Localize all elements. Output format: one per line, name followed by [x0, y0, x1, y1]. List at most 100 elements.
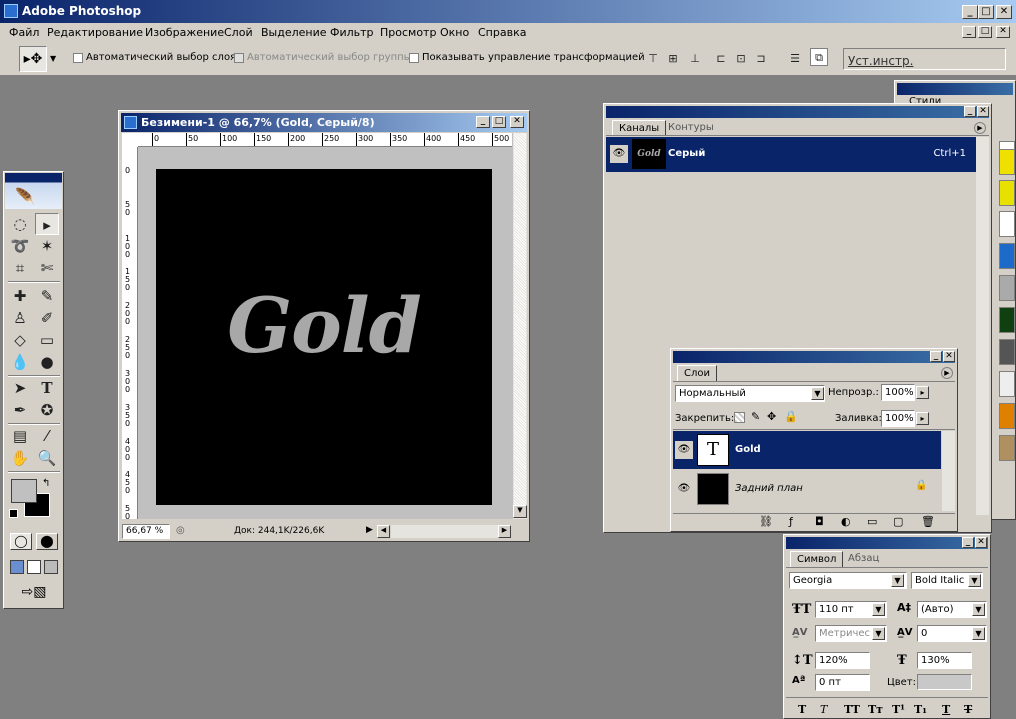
- layer-style-icon[interactable]: ƒ: [789, 515, 793, 528]
- align-bottom-icon[interactable]: ⊥: [686, 50, 704, 68]
- status-menu-arrow-icon[interactable]: ▶: [366, 525, 373, 535]
- path-selection-tool-icon[interactable]: ➤: [8, 377, 32, 399]
- scroll-down-icon[interactable]: ▼: [513, 505, 527, 518]
- horizontal-scale-field[interactable]: 130%: [917, 652, 972, 669]
- zoom-tool-icon[interactable]: 🔍: [35, 447, 59, 469]
- vertical-scale-field[interactable]: 120%: [815, 652, 870, 669]
- tab-character[interactable]: Символ: [790, 551, 844, 567]
- new-group-icon[interactable]: ▭: [867, 515, 877, 528]
- lasso-tool-icon[interactable]: ➰: [8, 235, 32, 257]
- show-transform-checkbox[interactable]: [409, 53, 419, 63]
- style-swatch-yellow[interactable]: [999, 149, 1015, 175]
- file-browser-icon[interactable]: ⧉: [810, 48, 828, 66]
- style-swatch-white[interactable]: [999, 211, 1015, 237]
- character-minimize-button[interactable]: _: [962, 537, 974, 548]
- blur-tool-icon[interactable]: 💧: [8, 351, 32, 373]
- character-close-button[interactable]: ✕: [975, 537, 987, 548]
- app-minimize-button[interactable]: _: [962, 5, 978, 19]
- menu-help[interactable]: Справка: [478, 26, 526, 39]
- channels-scrollbar[interactable]: [976, 137, 989, 515]
- layer-gold-visibility-eye-icon[interactable]: 👁: [675, 441, 693, 459]
- adjustment-layer-icon[interactable]: ◐: [841, 515, 851, 528]
- menu-filter[interactable]: Фильтр: [330, 26, 374, 39]
- channels-close-button[interactable]: ✕: [977, 106, 989, 117]
- align-vcenter-icon[interactable]: ⊞: [664, 50, 682, 68]
- scroll-right-icon[interactable]: ▶: [498, 525, 511, 538]
- fill-field[interactable]: 100%: [881, 410, 915, 427]
- tab-layers[interactable]: Слои: [677, 365, 717, 381]
- notes-tool-icon[interactable]: ▤: [8, 425, 32, 447]
- layers-panel-title-bar[interactable]: _ ✕: [673, 351, 955, 363]
- lock-transparency-icon[interactable]: [734, 412, 745, 423]
- channels-panel-title-bar[interactable]: _ ✕: [606, 106, 989, 118]
- eraser-tool-icon[interactable]: ◇: [8, 329, 32, 351]
- strikethrough-icon[interactable]: T: [964, 703, 972, 716]
- status-info-icon[interactable]: ◎: [176, 525, 185, 536]
- small-caps-icon[interactable]: Tт: [868, 703, 883, 716]
- style-swatch-light[interactable]: [999, 371, 1015, 397]
- font-style-dropdown-icon[interactable]: ▼: [968, 574, 981, 587]
- style-swatch-blue[interactable]: [999, 243, 1015, 269]
- screen-mode-menu-icon[interactable]: [27, 560, 41, 574]
- opacity-field[interactable]: 100%: [881, 384, 915, 401]
- style-swatch-green[interactable]: [999, 307, 1015, 333]
- screen-mode-full-icon[interactable]: [44, 560, 58, 574]
- vertical-scrollbar[interactable]: ▼: [512, 133, 527, 519]
- font-size-dropdown-icon[interactable]: ▼: [872, 603, 885, 616]
- layers-scrollbar[interactable]: [942, 431, 955, 511]
- document-title-bar[interactable]: Безимени-1 @ 66,7% (Gold, Серый/8) _ □ ✕: [121, 113, 527, 132]
- layers-minimize-button[interactable]: _: [930, 351, 942, 362]
- crop-tool-icon[interactable]: ⌗: [8, 257, 32, 279]
- standard-mode-icon[interactable]: ◯: [10, 533, 32, 550]
- font-family-select[interactable]: Georgia: [789, 572, 907, 589]
- menu-file[interactable]: Файл: [9, 26, 39, 39]
- menu-edit[interactable]: Редактирование: [47, 26, 143, 39]
- new-layer-icon[interactable]: ▢: [893, 515, 903, 528]
- baseline-shift-field[interactable]: 0 пт: [815, 674, 870, 691]
- clone-stamp-tool-icon[interactable]: ♙: [8, 307, 32, 329]
- layer-row-gold[interactable]: 👁 T Gold: [673, 431, 941, 469]
- underline-icon[interactable]: T: [942, 703, 950, 716]
- app-restore-button[interactable]: □: [978, 5, 994, 19]
- distribute-icon[interactable]: ☰: [786, 50, 804, 68]
- character-panel-title-bar[interactable]: _ ✕: [786, 537, 988, 549]
- horizontal-scrollbar[interactable]: [391, 525, 499, 538]
- type-tool-icon[interactable]: T: [35, 377, 59, 399]
- all-caps-icon[interactable]: TT: [844, 703, 860, 716]
- document-close-button[interactable]: ✕: [510, 116, 524, 128]
- text-color-swatch[interactable]: [917, 674, 972, 690]
- preset-dropdown-arrow-icon[interactable]: ▼: [50, 54, 56, 63]
- menu-layer[interactable]: Слой: [224, 26, 253, 39]
- font-family-dropdown-icon[interactable]: ▼: [891, 574, 904, 587]
- layers-menu-icon[interactable]: ▶: [941, 367, 953, 379]
- subscript-icon[interactable]: T₁: [914, 703, 927, 716]
- dodge-tool-icon[interactable]: ●: [35, 351, 59, 373]
- move-tool-icon[interactable]: ▸: [35, 213, 59, 235]
- scroll-left-icon[interactable]: ◀: [377, 525, 390, 538]
- style-swatch-gray[interactable]: [999, 275, 1015, 301]
- zoom-field[interactable]: 66,67 %: [122, 524, 170, 539]
- layer-row-background[interactable]: 👁 Задний план 🔒: [673, 470, 941, 508]
- menu-image[interactable]: Изображение: [145, 26, 224, 39]
- slice-tool-icon[interactable]: ✄: [35, 257, 59, 279]
- tab-paragraph[interactable]: Абзац: [842, 551, 885, 567]
- tool-presets-well[interactable]: Уст.инстр.: [843, 48, 1006, 70]
- channel-row-gray[interactable]: 👁 Gold Серый Ctrl+1: [606, 137, 976, 172]
- custom-shape-tool-icon[interactable]: ✪: [35, 399, 59, 421]
- history-brush-tool-icon[interactable]: ✐: [35, 307, 59, 329]
- tracking-dropdown-icon[interactable]: ▼: [972, 627, 985, 640]
- opacity-slider-arrow-icon[interactable]: ▸: [916, 386, 929, 399]
- pen-tool-icon[interactable]: ✒: [8, 399, 32, 421]
- default-colors-icon[interactable]: [9, 509, 18, 518]
- tab-paths[interactable]: Контуры: [662, 120, 720, 136]
- channels-minimize-button[interactable]: _: [964, 106, 976, 117]
- align-top-icon[interactable]: ⊤: [644, 50, 662, 68]
- style-swatch-dark[interactable]: [999, 339, 1015, 365]
- feather-logo-icon[interactable]: 🪶: [15, 187, 35, 206]
- swap-colors-icon[interactable]: ↰: [42, 478, 50, 489]
- tab-channels[interactable]: Каналы: [612, 120, 667, 136]
- leading-dropdown-icon[interactable]: ▼: [972, 603, 985, 616]
- ruler-origin[interactable]: [122, 133, 138, 147]
- style-swatch-tan[interactable]: [999, 435, 1015, 461]
- menu-window[interactable]: Окно: [440, 26, 469, 39]
